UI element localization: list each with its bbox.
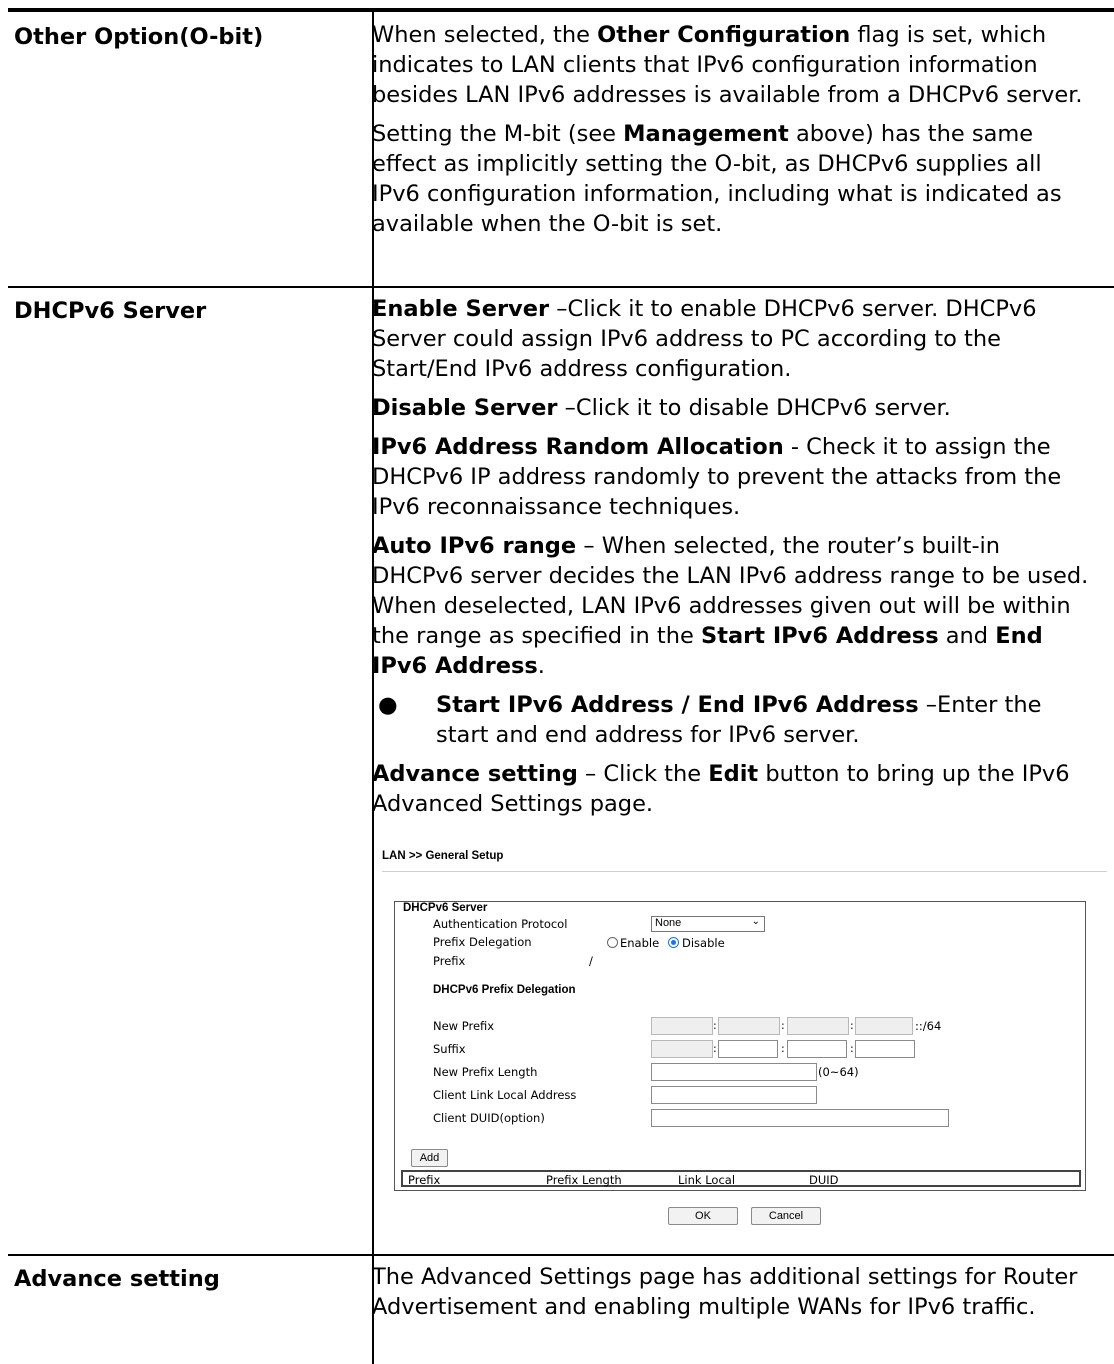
client-duid-input[interactable] (651, 1109, 949, 1127)
bullet-item: ● Start IPv6 Address / End IPv6 Address … (372, 690, 1096, 750)
suffix-field-1 (651, 1040, 713, 1058)
chevron-down-icon: ⌄ (751, 916, 760, 927)
paragraph: Setting the M-bit (see Management above)… (372, 121, 1062, 237)
colon: : (850, 1019, 854, 1032)
paragraph-auto-range: Auto IPv6 range – When selected, the rou… (372, 533, 1089, 679)
cancel-button[interactable]: Cancel (751, 1207, 821, 1225)
desc-advance-setting: The Advanced Settings page has additiona… (372, 1262, 1096, 1331)
prefix-delegation-disable-radio[interactable] (668, 937, 679, 948)
length-hint: (0~64) (818, 1065, 859, 1079)
divider (382, 871, 1107, 872)
bullet-icon: ● (378, 692, 398, 718)
prefix-label: Prefix (433, 954, 466, 968)
prefix-delegation-section-title: DHCPv6 Prefix Delegation (433, 984, 576, 996)
suffix-field-4[interactable] (855, 1040, 915, 1058)
auth-protocol-label: Authentication Protocol (433, 917, 568, 931)
desc-other-option: When selected, the Other Configuration f… (372, 20, 1096, 248)
add-button[interactable]: Add (411, 1149, 448, 1167)
table-header-duid: DUID (809, 1173, 839, 1187)
new-prefix-suffix: ::/64 (915, 1019, 942, 1033)
new-prefix-field-2 (718, 1017, 780, 1035)
suffix-label: Suffix (433, 1042, 466, 1056)
new-prefix-label: New Prefix (433, 1019, 495, 1033)
row-divider (8, 1254, 1114, 1256)
new-prefix-length-input[interactable] (651, 1063, 817, 1081)
table-header-prefix: Prefix (408, 1173, 441, 1187)
ok-button[interactable]: OK (668, 1207, 738, 1225)
colon: : (850, 1042, 854, 1055)
section-title: DHCPv6 Server (403, 902, 488, 914)
new-prefix-field-4 (855, 1017, 913, 1035)
row-divider (8, 286, 1114, 288)
colon: : (713, 1042, 717, 1055)
dhcpv6-server-panel: DHCPv6 Server Authentication Protocol No… (394, 901, 1086, 1191)
new-prefix-length-label: New Prefix Length (433, 1065, 538, 1079)
prefix-delegation-label: Prefix Delegation (433, 935, 532, 949)
table-header-prefix-length: Prefix Length (546, 1173, 622, 1187)
suffix-field-3[interactable] (787, 1040, 847, 1058)
prefix-table: Prefix Prefix Length Link Local DUID (401, 1170, 1081, 1187)
embedded-screenshot: LAN >> General Setup DHCPv6 Server Authe… (382, 850, 1108, 1230)
auth-protocol-select[interactable]: None ⌄ (651, 916, 765, 932)
client-duid-label: Client DUID(option) (433, 1111, 545, 1125)
new-prefix-field-1 (651, 1017, 713, 1035)
client-link-local-label: Client Link Local Address (433, 1088, 577, 1102)
new-prefix-field-3 (787, 1017, 849, 1035)
screenshot-title: LAN >> General Setup (382, 850, 504, 862)
suffix-field-2[interactable] (718, 1040, 778, 1058)
prefix-delegation-disable-label: Disable (682, 936, 725, 950)
paragraph-advance-setting: Advance setting – Click the Edit button … (372, 761, 1070, 817)
desc-dhcpv6-server: Enable Server –Click it to enable DHCPv6… (372, 294, 1096, 828)
paragraph-random-allocation: IPv6 Address Random Allocation - Check i… (372, 434, 1062, 520)
term-dhcpv6-server: DHCPv6 Server (14, 298, 207, 324)
client-link-local-input[interactable] (651, 1086, 817, 1104)
colon: : (781, 1019, 785, 1032)
prefix-delegation-enable-radio[interactable] (607, 937, 618, 948)
paragraph-enable-server: Enable Server –Click it to enable DHCPv6… (372, 296, 1037, 382)
term-other-option: Other Option(O-bit) (14, 24, 264, 50)
colon: : (713, 1019, 717, 1032)
prefix-value: / (589, 954, 593, 968)
colon: : (781, 1042, 785, 1055)
term-advance-setting: Advance setting (14, 1266, 220, 1292)
paragraph-disable-server: Disable Server –Click it to disable DHCP… (372, 395, 951, 421)
paragraph: When selected, the Other Configuration f… (372, 22, 1083, 108)
prefix-delegation-enable-label: Enable (620, 936, 660, 950)
table-header-link-local: Link Local (678, 1173, 736, 1187)
paragraph: The Advanced Settings page has additiona… (372, 1264, 1078, 1320)
